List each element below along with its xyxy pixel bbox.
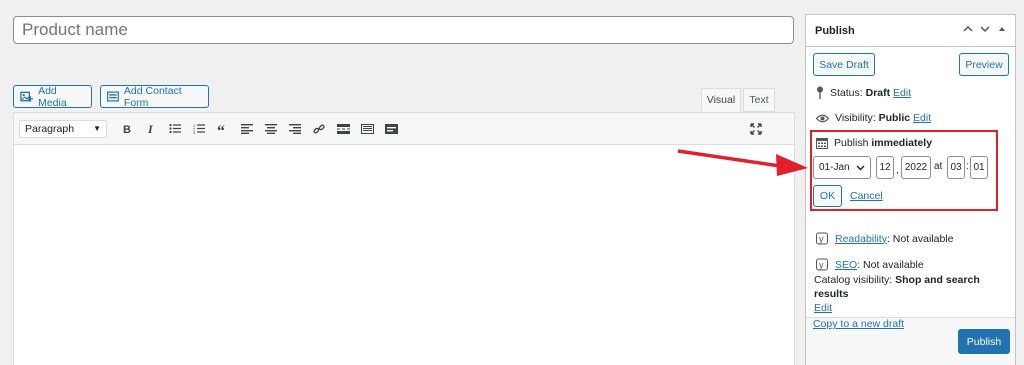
- publish-button[interactable]: Publish: [958, 329, 1010, 354]
- align-center-icon[interactable]: [259, 119, 283, 139]
- status-row: Status: Draft Edit: [816, 86, 911, 99]
- add-media-button[interactable]: Add Media: [13, 84, 92, 109]
- month-select[interactable]: 01-Jan: [813, 156, 871, 179]
- format-select[interactable]: Paragraph ▼: [19, 119, 107, 138]
- svg-text:“: “: [217, 124, 225, 134]
- readability-link[interactable]: Readability: [835, 233, 887, 245]
- form-icon[interactable]: [379, 119, 403, 139]
- move-up-icon[interactable]: [963, 24, 973, 34]
- blockquote-icon[interactable]: “: [211, 119, 235, 139]
- format-select-value: Paragraph: [25, 122, 75, 135]
- status-value: Draft: [865, 86, 891, 99]
- visibility-label: Visibility:: [835, 112, 876, 124]
- svg-text:3: 3: [193, 130, 196, 134]
- seo-value: : Not available: [857, 258, 924, 271]
- svg-text:y: y: [819, 260, 824, 270]
- italic-icon[interactable]: I: [139, 119, 163, 139]
- catalog-label: Catalog visibility:: [814, 274, 893, 286]
- month-value: 01-Jan: [819, 162, 850, 173]
- visibility-value: Public: [878, 112, 911, 124]
- save-draft-button[interactable]: Save Draft: [813, 53, 875, 76]
- publish-panel-footer: Copy to a new draft Publish: [806, 317, 1015, 365]
- svg-text:I: I: [147, 123, 154, 134]
- chevron-down-icon: ▼: [93, 124, 101, 133]
- editor-toolbar: Paragraph ▼ B I 123 “: [14, 113, 794, 145]
- yoast-icon: y: [816, 258, 828, 271]
- day-input[interactable]: 12: [876, 156, 894, 179]
- catalog-visibility: Catalog visibility: Shop and search resu…: [814, 273, 1012, 315]
- tab-text[interactable]: Text: [743, 88, 775, 112]
- align-right-icon[interactable]: [283, 119, 307, 139]
- status-label: Status:: [830, 86, 863, 99]
- align-left-icon[interactable]: [235, 119, 259, 139]
- bold-icon[interactable]: B: [115, 119, 139, 139]
- publish-panel-header: Publish: [806, 15, 1015, 47]
- toolbar-toggle-icon[interactable]: [355, 119, 379, 139]
- collapse-toggle-icon[interactable]: [997, 24, 1007, 34]
- visibility-edit-link[interactable]: Edit: [913, 112, 931, 124]
- hour-input[interactable]: 03: [947, 156, 965, 179]
- move-down-icon[interactable]: [980, 24, 990, 34]
- product-name-input[interactable]: [13, 16, 794, 44]
- add-media-icon: [20, 91, 34, 102]
- add-contact-form-label: Add Contact Form: [123, 84, 182, 109]
- copy-to-draft-link[interactable]: Copy to a new draft: [813, 318, 904, 330]
- date-separator: ,: [896, 165, 899, 176]
- schedule-cancel-link[interactable]: Cancel: [850, 190, 883, 202]
- numbered-list-icon[interactable]: 123: [187, 119, 211, 139]
- year-input[interactable]: 2022: [901, 156, 931, 179]
- tab-visual[interactable]: Visual: [701, 88, 741, 112]
- fullscreen-icon[interactable]: [744, 119, 768, 139]
- at-label: at: [934, 161, 943, 172]
- publish-panel-title: Publish: [815, 24, 855, 37]
- add-contact-form-button[interactable]: Add Contact Form: [100, 84, 209, 109]
- svg-text:y: y: [819, 234, 824, 244]
- yoast-icon: y: [816, 232, 828, 245]
- link-icon[interactable]: [307, 119, 331, 139]
- seo-link[interactable]: SEO: [835, 259, 857, 271]
- chevron-down-icon: [856, 165, 865, 170]
- annotation-arrow: [677, 149, 808, 176]
- time-separator: :: [966, 161, 969, 172]
- bulleted-list-icon[interactable]: [163, 119, 187, 139]
- visibility-row: Visibility: Public Edit: [816, 112, 931, 124]
- pin-icon: [817, 86, 823, 99]
- catalog-edit-link[interactable]: Edit: [814, 302, 832, 314]
- contact-form-icon: [107, 91, 119, 102]
- svg-text:B: B: [123, 124, 131, 134]
- preview-button[interactable]: Preview: [959, 53, 1009, 76]
- seo-row: y SEO: Not available: [816, 258, 924, 271]
- add-media-label: Add Media: [38, 84, 67, 109]
- minute-input[interactable]: 01: [970, 156, 988, 179]
- readability-value: : Not available: [886, 232, 954, 245]
- eye-icon: [816, 114, 829, 122]
- status-edit-link[interactable]: Edit: [893, 87, 911, 99]
- schedule-ok-button[interactable]: OK: [813, 185, 842, 207]
- read-more-icon[interactable]: [331, 119, 355, 139]
- readability-row: y Readability: Not available: [816, 232, 954, 245]
